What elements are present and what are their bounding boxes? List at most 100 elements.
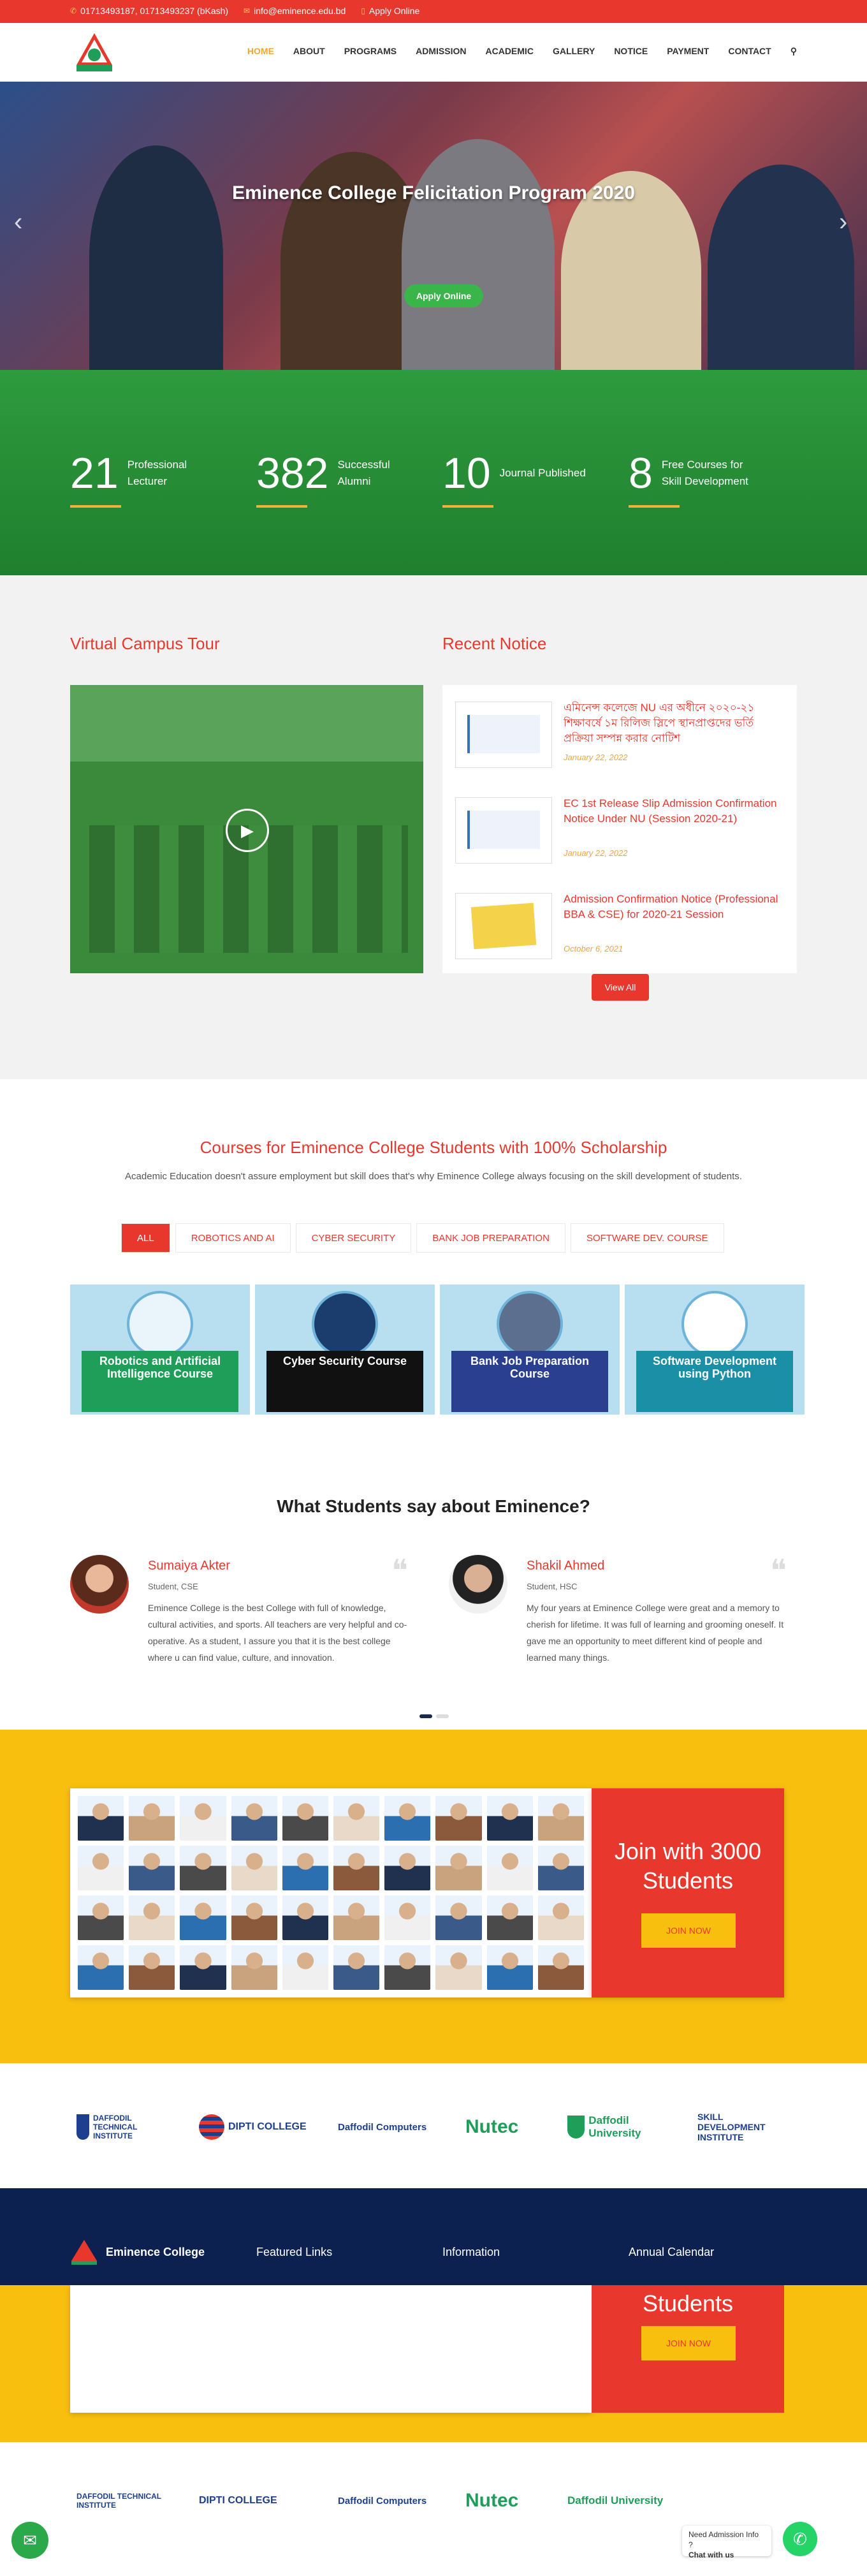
notice-title[interactable]: এমিনেন্স কলেজে NU এর অধীনে ২০২০-২১ শিক্ষ… bbox=[564, 700, 780, 746]
join-now-button[interactable]: JOIN NOW bbox=[641, 2326, 736, 2360]
bank-icon bbox=[497, 1291, 563, 1357]
student-photo bbox=[435, 1945, 482, 1990]
notice-thumbnail bbox=[455, 893, 552, 959]
student-photo bbox=[231, 1846, 277, 1890]
partner-logo[interactable]: Daffodil University bbox=[567, 2107, 676, 2147]
student-photo bbox=[384, 1796, 431, 1841]
footer-brand[interactable]: Eminence College bbox=[70, 2239, 205, 2265]
testimonial-role: Student, CSE bbox=[148, 1582, 198, 1591]
student-photo bbox=[129, 1895, 175, 1940]
student-photo bbox=[78, 1796, 124, 1841]
carousel-dot[interactable] bbox=[419, 1714, 432, 1718]
student-photo bbox=[435, 1796, 482, 1841]
student-photo bbox=[384, 1895, 431, 1940]
partner-logo[interactable]: DIPTI COLLEGE bbox=[199, 2480, 277, 2521]
partner-logo[interactable]: DAFFODIL TECHNICAL INSTITUTE bbox=[76, 2107, 172, 2147]
footer: Eminence College Featured Links Informat… bbox=[0, 2188, 867, 2285]
partner-logo[interactable]: Daffodil Computers bbox=[338, 2107, 426, 2147]
partner-logo[interactable]: Nutec bbox=[465, 2107, 518, 2147]
student-photo bbox=[537, 1895, 584, 1940]
phone-contact[interactable]: ✆ 01713493187, 01713493237 (bKash) bbox=[70, 6, 228, 16]
course-card-software[interactable]: Software Development using Python bbox=[625, 1284, 805, 1415]
notice-item[interactable]: EC 1st Release Slip Admission Confirmati… bbox=[455, 784, 787, 864]
course-card-label: Bank Job Preparation Course bbox=[451, 1351, 608, 1412]
apply-online-link[interactable]: ▯ Apply Online bbox=[361, 6, 419, 16]
email-contact[interactable]: ✉ info@eminence.edu.bd bbox=[244, 6, 346, 16]
student-photo bbox=[435, 1846, 482, 1890]
testimonial-name: Shakil Ahmed bbox=[527, 1559, 605, 1573]
notice-heading: Recent Notice bbox=[442, 634, 547, 653]
student-photo bbox=[282, 1945, 328, 1990]
notice-item[interactable]: Admission Confirmation Notice (Professio… bbox=[455, 880, 787, 959]
partner-logo[interactable]: Nutec bbox=[465, 2480, 518, 2521]
nav-notice[interactable]: NOTICE bbox=[614, 46, 648, 57]
view-all-button[interactable]: View All bbox=[592, 974, 649, 1001]
python-icon bbox=[681, 1291, 748, 1357]
student-photo bbox=[78, 1846, 124, 1890]
nav-payment[interactable]: PAYMENT bbox=[667, 46, 709, 57]
student-photo bbox=[537, 1796, 584, 1841]
partner-logo[interactable]: SKILL DEVELOPMENT INSTITUTE bbox=[697, 2107, 787, 2147]
filter-software[interactable]: SOFTWARE DEV. COURSE bbox=[570, 1223, 724, 1253]
carousel-dots bbox=[419, 1714, 449, 1718]
nav-gallery[interactable]: GALLERY bbox=[553, 46, 595, 57]
nav-about[interactable]: ABOUT bbox=[293, 46, 325, 57]
nav-academic[interactable]: ACADEMIC bbox=[485, 46, 533, 57]
whatsapp-icon[interactable]: ✆ bbox=[783, 2522, 817, 2556]
slider-prev-icon[interactable]: ‹ bbox=[14, 208, 22, 237]
student-photo bbox=[129, 1796, 175, 1841]
join-now-button[interactable]: JOIN NOW bbox=[641, 1913, 736, 1948]
partner-logos: DAFFODIL TECHNICAL INSTITUTE DIPTI COLLE… bbox=[0, 2063, 867, 2188]
quote-icon: ❝ bbox=[391, 1554, 408, 1588]
filter-bank[interactable]: BANK JOB PREPARATION bbox=[416, 1223, 565, 1253]
globe-icon bbox=[199, 2114, 224, 2140]
nav-contact[interactable]: CONTACT bbox=[728, 46, 771, 57]
course-card-cyber[interactable]: Cyber Security Course bbox=[255, 1284, 435, 1415]
college-logo[interactable] bbox=[71, 32, 117, 73]
stats-band: 21 Professional Lecturer 382 Successful … bbox=[0, 370, 867, 575]
partner-logo[interactable]: DIPTI COLLEGE bbox=[199, 2107, 314, 2147]
hero-apply-button[interactable]: Apply Online bbox=[404, 284, 483, 307]
courses-section: Courses for Eminence College Students wi… bbox=[0, 1079, 867, 1475]
notice-item[interactable]: এমিনেন্স কলেজে NU এর অধীনে ২০২০-২১ শিক্ষ… bbox=[455, 689, 787, 768]
nav-home[interactable]: HOME bbox=[247, 46, 274, 57]
student-photo bbox=[180, 1796, 226, 1841]
carousel-dot[interactable] bbox=[436, 1714, 449, 1718]
notice-title[interactable]: Admission Confirmation Notice (Professio… bbox=[564, 892, 780, 922]
course-card-bank[interactable]: Bank Job Preparation Course bbox=[440, 1284, 620, 1415]
search-icon[interactable]: ⚲ bbox=[790, 46, 797, 57]
notice-title[interactable]: EC 1st Release Slip Admission Confirmati… bbox=[564, 796, 780, 827]
student-photo-grid bbox=[70, 2285, 592, 2413]
slider-next-icon[interactable]: › bbox=[839, 208, 847, 237]
course-card-robotics[interactable]: Robotics and Artificial Intelligence Cou… bbox=[70, 1284, 250, 1415]
student-photo bbox=[282, 1846, 328, 1890]
messenger-chat-icon[interactable]: ✉ bbox=[11, 2522, 48, 2559]
student-photo bbox=[435, 1895, 482, 1940]
lock-icon bbox=[312, 1291, 378, 1357]
play-icon[interactable]: ▶ bbox=[226, 809, 269, 852]
partner-logo[interactable]: Daffodil University bbox=[567, 2480, 663, 2521]
course-card-label: Robotics and Artificial Intelligence Cou… bbox=[82, 1351, 238, 1412]
student-photo bbox=[78, 1895, 124, 1940]
phone-icon: ✆ bbox=[70, 6, 77, 15]
partner-logo[interactable]: DAFFODIL TECHNICAL INSTITUTE bbox=[76, 2480, 172, 2521]
whatsapp-chat-bubble[interactable]: Need Admission Info ? Chat with us bbox=[682, 2526, 771, 2559]
student-photo bbox=[180, 1895, 226, 1940]
student-photo bbox=[282, 1796, 328, 1841]
student-photo bbox=[231, 1895, 277, 1940]
course-card-label: Cyber Security Course bbox=[266, 1351, 423, 1412]
filter-all[interactable]: ALL bbox=[121, 1223, 170, 1253]
notice-date: October 6, 2021 bbox=[564, 944, 623, 953]
student-photo bbox=[384, 1846, 431, 1890]
stat-alumni: 382 Successful Alumni bbox=[256, 449, 390, 508]
nav-admission[interactable]: ADMISSION bbox=[416, 46, 466, 57]
partner-logo[interactable]: Daffodil Computers bbox=[338, 2480, 426, 2521]
join-box: Join with 3000 Students JOIN NOW bbox=[592, 1788, 784, 1998]
campus-tour-video[interactable]: ▶ bbox=[70, 685, 423, 973]
nav-programs[interactable]: PROGRAMS bbox=[344, 46, 397, 57]
filter-robotics[interactable]: ROBOTICS AND AI bbox=[175, 1223, 291, 1253]
quote-icon: ❝ bbox=[770, 1554, 787, 1588]
course-card-label: Software Development using Python bbox=[636, 1351, 793, 1412]
student-photo bbox=[486, 1846, 533, 1890]
filter-cyber[interactable]: CYBER SECURITY bbox=[295, 1223, 412, 1253]
